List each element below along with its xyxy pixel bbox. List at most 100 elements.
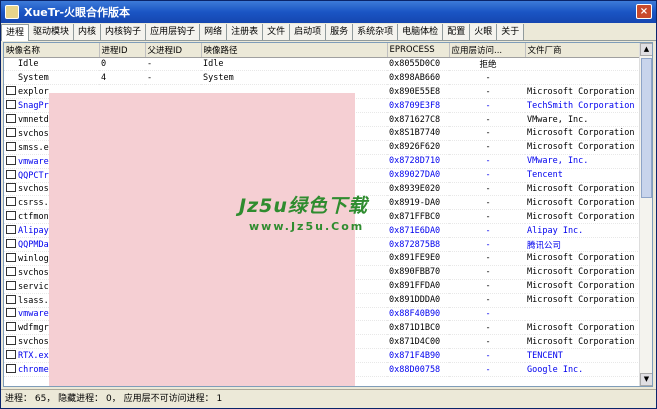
cell-eprocess: 0x8939E020 bbox=[387, 182, 449, 197]
column-header-2[interactable]: 父进程ID bbox=[145, 43, 202, 58]
cell-text: chrome bbox=[18, 365, 49, 376]
cell-name: Idle bbox=[4, 57, 99, 72]
process-icon bbox=[6, 197, 16, 207]
cell-text: TechSmith Corporation bbox=[527, 100, 635, 111]
cell-vendor: Tencent bbox=[525, 168, 640, 183]
tab-0[interactable]: 进程 bbox=[1, 24, 30, 41]
cell-text: RTX.ex bbox=[18, 351, 49, 362]
cell-vendor: VMware, Inc. bbox=[525, 154, 640, 169]
tab-13[interactable]: 火眼 bbox=[470, 24, 498, 40]
table-row[interactable]: Idle 0 - Idle 0x8055D0C0 拒绝 bbox=[4, 57, 640, 72]
cell-pid: 0 bbox=[99, 57, 145, 72]
cell-text: - bbox=[485, 350, 491, 361]
cell-text: svchos bbox=[18, 128, 49, 139]
tab-12[interactable]: 配置 bbox=[443, 24, 471, 40]
cell-path: Idle bbox=[201, 57, 387, 72]
column-header-0[interactable]: 映像名称 bbox=[4, 43, 100, 58]
cell-vendor: Microsoft Corporation bbox=[525, 84, 640, 100]
cell-text: svchos bbox=[18, 337, 49, 348]
table-row[interactable]: System 4 - System 0x898AB660 - bbox=[4, 70, 640, 86]
column-header-3[interactable]: 映像路径 bbox=[201, 43, 388, 58]
status-text: 进程： 65， 隐藏进程： 0， 应用层不可访问进程： 1 bbox=[5, 394, 223, 404]
cell-text: System bbox=[18, 72, 49, 83]
tab-10[interactable]: 系统杂项 bbox=[353, 24, 399, 40]
cell-vendor: TechSmith Corporation bbox=[525, 98, 640, 114]
column-header-6[interactable]: 文件厂商 bbox=[525, 43, 641, 58]
cell-text: 拒绝 bbox=[479, 59, 497, 70]
cell-text: 0x8919-DA0 bbox=[389, 197, 441, 208]
cell-text: TENCENT bbox=[527, 350, 563, 361]
status-bar: 进程： 65， 隐藏进程： 0， 应用层不可访问进程： 1 bbox=[1, 389, 656, 408]
close-button[interactable]: × bbox=[636, 4, 652, 19]
cell-vendor: Alipay Inc. bbox=[525, 223, 640, 239]
cell-vendor: Microsoft Corporation bbox=[525, 320, 640, 336]
cell-text: Microsoft Corporation bbox=[527, 253, 635, 264]
cell-access: - bbox=[449, 348, 525, 364]
cell-text: 0x88F40B90 bbox=[389, 308, 441, 319]
cell-text: 0x872875B8 bbox=[389, 239, 441, 250]
cell-eprocess: 0x890E55E8 bbox=[387, 84, 449, 100]
tab-11[interactable]: 电脑体检 bbox=[398, 24, 444, 40]
cell-text: ctfmon bbox=[18, 212, 49, 223]
column-header-4[interactable]: EPROCESS bbox=[387, 43, 450, 58]
column-header-1[interactable]: 进程ID bbox=[99, 43, 146, 58]
cell-text: explor bbox=[18, 87, 49, 98]
cell-text: Microsoft Corporation bbox=[527, 295, 635, 306]
tab-3[interactable]: 内核钩子 bbox=[101, 24, 147, 40]
cell-text: 0x8728D710 bbox=[389, 156, 441, 167]
cell-text: - bbox=[485, 211, 491, 222]
cell-vendor: Microsoft Corporation bbox=[525, 140, 640, 155]
cell-text: Microsoft Corporation bbox=[527, 336, 635, 347]
tab-8[interactable]: 启动项 bbox=[290, 24, 327, 40]
cell-vendor bbox=[525, 307, 640, 322]
scroll-up-icon[interactable]: ▲ bbox=[640, 43, 652, 56]
tab-14[interactable]: 关于 bbox=[497, 24, 525, 40]
cell-eprocess: 0x872875B8 bbox=[387, 237, 449, 252]
title-bar[interactable]: XueTr-火眼合作版本 × bbox=[1, 1, 656, 23]
app-icon bbox=[5, 5, 19, 19]
vertical-scrollbar[interactable]: ▲ ▼ bbox=[639, 43, 652, 386]
cell-path: System bbox=[201, 70, 387, 86]
tab-9[interactable]: 服务 bbox=[326, 24, 354, 40]
cell-eprocess: 0x88D00758 bbox=[387, 362, 449, 377]
cell-text: 0x89027DA0 bbox=[389, 170, 441, 181]
cell-text: - bbox=[485, 128, 491, 139]
cell-eprocess: 0x871D4C00 bbox=[387, 334, 449, 350]
cell-vendor: Microsoft Corporation bbox=[525, 209, 640, 225]
tab-6[interactable]: 注册表 bbox=[227, 24, 264, 40]
process-icon bbox=[6, 225, 16, 235]
cell-text: Idle bbox=[203, 58, 224, 69]
tab-5[interactable]: 网络 bbox=[200, 24, 228, 40]
cell-text: - bbox=[485, 308, 491, 319]
cell-text: Microsoft Corporation bbox=[527, 281, 635, 292]
tab-2[interactable]: 内核 bbox=[74, 24, 102, 40]
cell-text: - bbox=[147, 72, 153, 83]
watermark: Jz5u绿色下载 www.Jz5u.Com bbox=[239, 191, 368, 233]
cell-eprocess: 0x8709E3F8 bbox=[387, 98, 449, 114]
tab-1[interactable]: 驱动模块 bbox=[29, 24, 75, 40]
cell-text: 0x8055D0C0 bbox=[389, 58, 441, 69]
cell-text: - bbox=[485, 114, 491, 125]
cell-text: 4 bbox=[101, 72, 107, 83]
cell-text: winlog bbox=[18, 253, 49, 264]
cell-text: VMware, Inc. bbox=[527, 156, 589, 167]
cell-text: Tencent bbox=[527, 170, 563, 181]
scroll-thumb[interactable] bbox=[641, 58, 652, 198]
scroll-down-icon[interactable]: ▼ bbox=[640, 373, 652, 386]
cell-text: System bbox=[203, 72, 234, 83]
column-header-5[interactable]: 应用层访问... bbox=[449, 43, 526, 58]
cell-text: QQPMDa bbox=[18, 240, 49, 251]
cell-eprocess: 0x890FBB70 bbox=[387, 265, 449, 280]
tab-4[interactable]: 应用层钩子 bbox=[146, 24, 201, 40]
cell-text: 0x871FFBC0 bbox=[389, 211, 441, 222]
cell-ppid: - bbox=[145, 57, 201, 72]
cell-text: - bbox=[485, 295, 491, 306]
process-icon bbox=[6, 169, 16, 179]
cell-text: Microsoft Corporation bbox=[527, 211, 635, 222]
cell-vendor: 腾讯公司 bbox=[525, 237, 640, 252]
tab-7[interactable]: 文件 bbox=[263, 24, 291, 40]
cell-text: - bbox=[485, 281, 491, 292]
cell-text: smss.e bbox=[18, 142, 49, 153]
process-icon bbox=[6, 266, 16, 276]
cell-vendor: VMware, Inc. bbox=[525, 112, 640, 127]
